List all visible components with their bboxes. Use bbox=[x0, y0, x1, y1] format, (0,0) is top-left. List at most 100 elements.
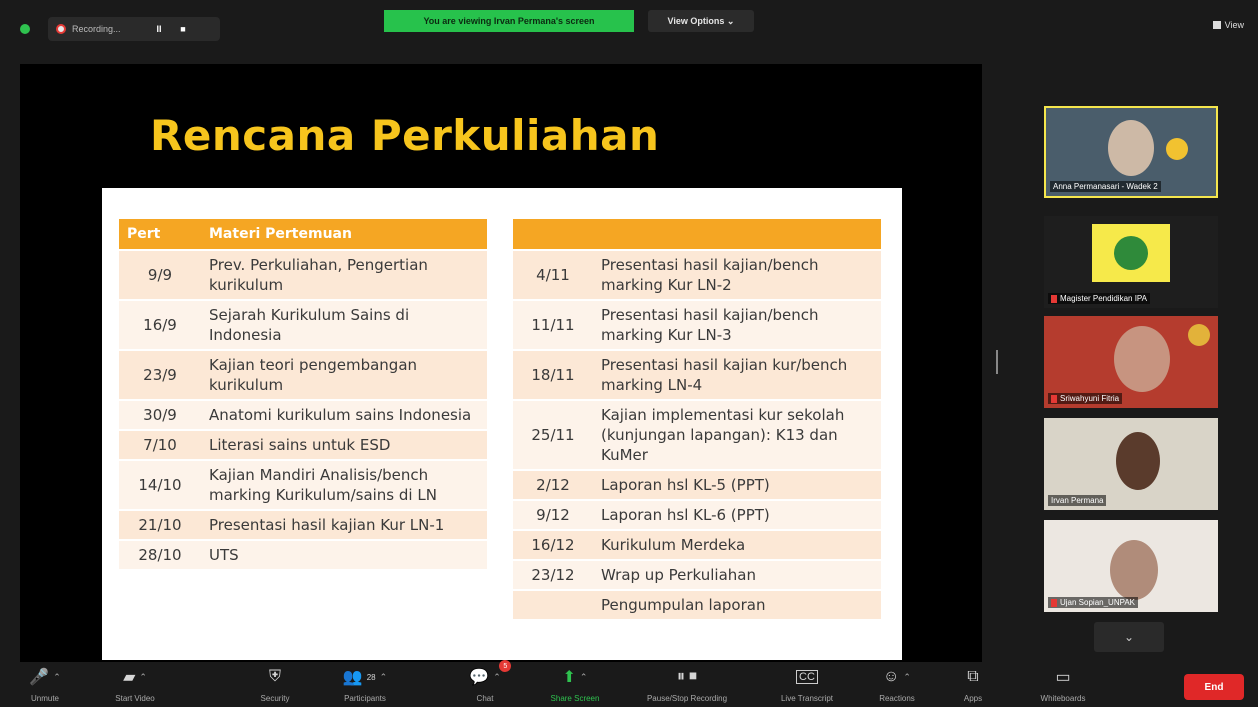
participant-video bbox=[1108, 120, 1154, 176]
meeting-date: 16/12 bbox=[513, 531, 593, 559]
table-row: Pengumpulan laporan bbox=[513, 591, 881, 619]
meeting-topic: Kajian implementasi kur sekolah (kunjung… bbox=[593, 401, 881, 469]
whiteboards-label: Whiteboards bbox=[1040, 694, 1086, 703]
meeting-date: 9/12 bbox=[513, 501, 593, 529]
live-transcript-button[interactable]: CC Live Transcript bbox=[762, 666, 852, 703]
meeting-date: 14/10 bbox=[119, 461, 201, 509]
slide-title: Rencana Perkuliahan bbox=[150, 111, 660, 160]
meeting-topic: Anatomi kurikulum sains Indonesia bbox=[201, 401, 487, 429]
chevron-up-icon[interactable]: ⌃ bbox=[903, 672, 911, 683]
meeting-topic: Prev. Perkuliahan, Pengertian kurikulum bbox=[201, 251, 487, 299]
schedule-table-area: Pert Materi Pertemuan 9/9 Prev. Perkuliah… bbox=[102, 188, 902, 660]
meeting-topic: Presentasi hasil kajian Kur LN-1 bbox=[201, 511, 487, 539]
live-transcript-label: Live Transcript bbox=[780, 694, 834, 703]
table-row: 9/9 Prev. Perkuliahan, Pengertian kurikul… bbox=[119, 251, 487, 299]
view-label: View bbox=[1224, 20, 1244, 30]
chat-button[interactable]: 💬 5 ⌃ Chat bbox=[440, 660, 530, 703]
meeting-date: 11/11 bbox=[513, 301, 593, 349]
participant-tile[interactable]: Sriwahyuni Fitria bbox=[1044, 316, 1218, 408]
table-row: 25/11 Kajian implementasi kur sekolah (ku… bbox=[513, 401, 881, 469]
participant-name-text: Magister Pendidikan IPA bbox=[1060, 294, 1148, 303]
cc-icon: CC bbox=[796, 670, 818, 684]
meeting-topic: Laporan hsl KL-5 (PPT) bbox=[593, 471, 881, 499]
participant-name-text: Sriwahyuni Fitria bbox=[1060, 394, 1120, 403]
top-bar: Recording... II ■ You are viewing Irvan … bbox=[0, 0, 1258, 50]
panel-resize-handle[interactable] bbox=[996, 350, 998, 374]
chevron-up-icon[interactable]: ⌃ bbox=[580, 672, 588, 683]
reactions-label: Reactions bbox=[879, 694, 915, 703]
whiteboards-button[interactable]: ▭ Whiteboards bbox=[1018, 666, 1108, 703]
participant-tile[interactable]: Ujan Sopian_UNPAK bbox=[1044, 520, 1218, 612]
chevron-down-icon: ⌄ bbox=[1123, 630, 1135, 644]
university-logo-icon bbox=[1092, 224, 1170, 282]
participant-name: Anna Permanasari - Wadek 2 bbox=[1050, 181, 1161, 192]
participant-video bbox=[1116, 432, 1160, 490]
meeting-toolbar: 🎤 ⌃ Unmute ▰ ⌃ Start Video ⛨ Security 👥 28 ⌃… bbox=[0, 660, 1258, 707]
participants-icon: 👥 bbox=[342, 669, 363, 686]
recording-label: Recording... bbox=[72, 24, 121, 34]
table-row: 9/12 Laporan hsl KL-6 (PPT) bbox=[513, 501, 881, 529]
unmute-button[interactable]: 🎤 ⌃ Unmute bbox=[0, 666, 90, 703]
participant-tile[interactable]: Irvan Permana bbox=[1044, 418, 1218, 510]
shield-icon: ⛨ bbox=[268, 668, 281, 685]
meeting-date: 23/9 bbox=[119, 351, 201, 399]
participants-button[interactable]: 👥 28 ⌃ Participants bbox=[320, 666, 410, 703]
participant-tile[interactable]: Anna Permanasari - Wadek 2 bbox=[1044, 106, 1218, 198]
schedule-table-right: 4/11 Presentasi hasil kajian/bench markin… bbox=[513, 217, 881, 621]
viewing-screen-banner: You are viewing Irvan Permana's screen bbox=[384, 10, 634, 32]
encryption-shield-icon[interactable] bbox=[20, 24, 30, 34]
participant-name-text: Ujan Sopian_UNPAK bbox=[1060, 598, 1136, 607]
meeting-date: 7/10 bbox=[119, 431, 201, 459]
participant-name: Magister Pendidikan IPA bbox=[1048, 293, 1151, 304]
meeting-topic: UTS bbox=[201, 541, 487, 569]
shared-screen: Rencana Perkuliahan Pert Materi Pertemua… bbox=[20, 64, 982, 662]
whiteboard-icon: ▭ bbox=[1055, 669, 1071, 686]
view-options-button[interactable]: View Options ⌄ bbox=[648, 10, 754, 32]
chevron-up-icon[interactable]: ⌃ bbox=[493, 672, 501, 683]
table-header-date bbox=[513, 219, 593, 249]
share-screen-label: Share Screen bbox=[550, 694, 600, 703]
meeting-date: 23/12 bbox=[513, 561, 593, 589]
chat-icon: 💬 bbox=[469, 669, 490, 686]
table-row: 30/9 Anatomi kurikulum sains Indonesia bbox=[119, 401, 487, 429]
mic-muted-icon bbox=[1051, 294, 1057, 303]
apps-icon: ⧉ bbox=[967, 668, 979, 685]
chevron-up-icon[interactable]: ⌃ bbox=[139, 672, 147, 683]
chevron-up-icon[interactable]: ⌃ bbox=[380, 672, 388, 683]
scroll-down-button[interactable]: ⌄ bbox=[1094, 622, 1164, 652]
meeting-date: 25/11 bbox=[513, 401, 593, 469]
table-row: 23/12 Wrap up Perkuliahan bbox=[513, 561, 881, 589]
chevron-up-icon[interactable]: ⌃ bbox=[53, 672, 61, 683]
pause-recording-button[interactable]: II bbox=[150, 24, 168, 34]
pause-icon: ⏸ bbox=[676, 668, 685, 685]
pause-stop-recording-label: Pause/Stop Recording bbox=[646, 694, 728, 703]
participant-name: Sriwahyuni Fitria bbox=[1048, 393, 1123, 404]
start-video-button[interactable]: ▰ ⌃ Start Video bbox=[90, 666, 180, 703]
grid-view-icon bbox=[1212, 21, 1221, 29]
participant-video bbox=[1110, 540, 1158, 600]
meeting-date: 21/10 bbox=[119, 511, 201, 539]
share-screen-button[interactable]: ⬆ ⌃ Share Screen bbox=[530, 666, 620, 703]
table-row: 14/10 Kajian Mandiri Analisis/bench marki… bbox=[119, 461, 487, 509]
meeting-topic: Wrap up Perkuliahan bbox=[593, 561, 881, 589]
university-logo-icon bbox=[1166, 138, 1188, 160]
participant-name: Irvan Permana bbox=[1048, 495, 1107, 506]
end-meeting-button[interactable]: End bbox=[1184, 674, 1244, 700]
smiley-icon: ☺ bbox=[883, 668, 900, 685]
view-button[interactable]: View bbox=[1212, 20, 1244, 30]
meeting-topic: Kajian teori pengembangan kurikulum bbox=[201, 351, 487, 399]
stop-recording-button[interactable]: ■ bbox=[174, 24, 192, 34]
meeting-topic: Sejarah Kurikulum Sains di Indonesia bbox=[201, 301, 487, 349]
recording-indicator: Recording... II ■ bbox=[48, 17, 220, 41]
table-row: 16/12 Kurikulum Merdeka bbox=[513, 531, 881, 559]
schedule-table-left: Pert Materi Pertemuan 9/9 Prev. Perkuliah… bbox=[119, 217, 487, 571]
meeting-date: 9/9 bbox=[119, 251, 201, 299]
meeting-date: 18/11 bbox=[513, 351, 593, 399]
pause-stop-recording-button[interactable]: ⏸ ⏹ Pause/Stop Recording bbox=[642, 666, 732, 703]
meeting-topic: Kurikulum Merdeka bbox=[593, 531, 881, 559]
apps-button[interactable]: ⧉ Apps bbox=[928, 666, 1018, 703]
participant-tile[interactable]: Magister Pendidikan IPA bbox=[1044, 216, 1218, 308]
share-screen-icon: ⬆ bbox=[562, 669, 576, 686]
security-button[interactable]: ⛨ Security bbox=[230, 666, 320, 703]
table-row: 4/11 Presentasi hasil kajian/bench markin… bbox=[513, 251, 881, 299]
